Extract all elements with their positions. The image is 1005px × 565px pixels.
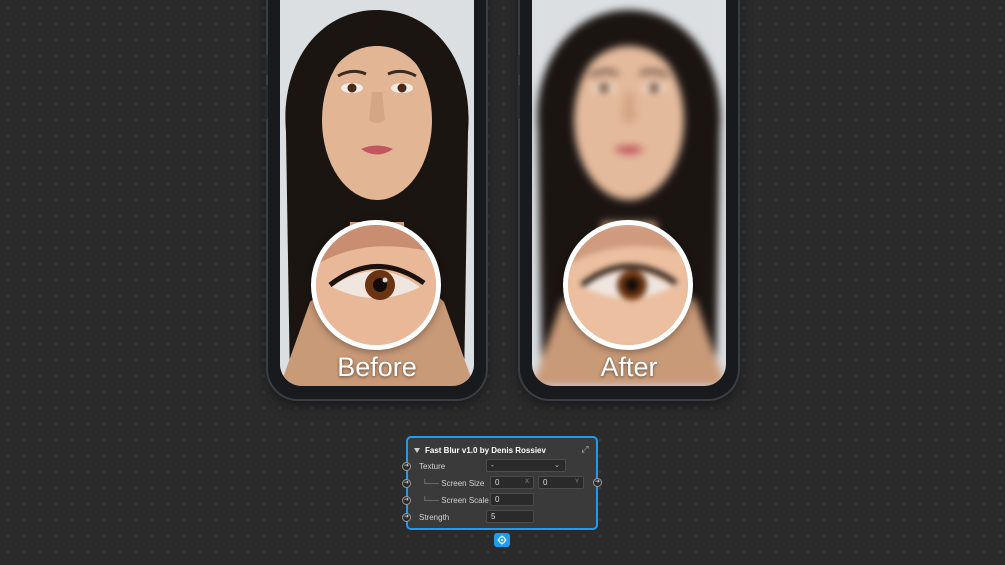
strength-row: ➜ Strength 5	[402, 510, 596, 524]
port-arrow-icon[interactable]: ➜	[402, 513, 411, 522]
node-header[interactable]: Fast Blur v1.0 by Denis Rossiev ⤢	[414, 444, 590, 456]
screen-size-text: Screen Size	[441, 479, 485, 488]
magnifier-before	[311, 220, 441, 350]
texture-dropdown[interactable]: - ⌄	[486, 459, 566, 472]
strength-input[interactable]: 5	[486, 510, 534, 523]
settings-button[interactable]	[494, 533, 510, 547]
phone-after: After	[517, 0, 738, 399]
texture-row: ➜ Texture - ⌄	[402, 459, 596, 473]
y-suffix: Y	[574, 479, 579, 485]
screen-scale-text: Screen Scale	[441, 496, 489, 505]
port-arrow-icon[interactable]: ➜	[402, 496, 411, 505]
phone-side-button	[517, 85, 520, 119]
screen-size-y-input[interactable]: 0 Y	[538, 476, 584, 489]
screen-scale-value: 0	[495, 495, 500, 504]
collapse-triangle-icon[interactable]	[414, 447, 420, 453]
settings-icon	[497, 535, 507, 545]
screen-before: Before	[280, 0, 474, 386]
after-label: After	[600, 352, 658, 382]
screen-scale-row: ➜ └── Screen Scale 0	[402, 493, 596, 507]
before-label: Before	[337, 352, 417, 382]
texture-value: -	[491, 461, 494, 470]
tree-connector: └──	[422, 496, 440, 505]
expand-icon[interactable]: ⤢	[580, 444, 590, 454]
phone-side-button	[265, 55, 268, 75]
chevron-down-icon: ⌄	[554, 462, 560, 469]
screen-size-label: └── Screen Size	[422, 479, 484, 488]
screen-scale-input[interactable]: 0	[490, 493, 534, 506]
phone-side-button	[517, 55, 520, 75]
screen-size-x-value: 0	[495, 478, 500, 487]
magnifier-after	[563, 220, 693, 350]
screen-after: After	[532, 0, 726, 386]
phone-side-button	[265, 85, 268, 119]
node-title: Fast Blur v1.0 by Denis Rossiev	[425, 445, 546, 455]
strength-value: 5	[491, 512, 496, 521]
fast-blur-node[interactable]: Fast Blur v1.0 by Denis Rossiev ⤢ ➜ Text…	[402, 436, 602, 530]
port-arrow-icon[interactable]: ➜	[402, 462, 411, 471]
screen-size-y-value: 0	[543, 478, 548, 487]
phone-before: Before	[265, 0, 486, 399]
texture-label: Texture	[419, 462, 446, 471]
x-suffix: X	[524, 479, 529, 485]
port-arrow-icon[interactable]: ➜	[402, 479, 411, 488]
strength-label: Strength	[419, 513, 450, 522]
port-arrow-icon[interactable]: ➜	[593, 478, 602, 487]
screen-size-row: ➜ └── Screen Size 0 X 0 Y ➜	[402, 476, 602, 490]
screen-size-x-input[interactable]: 0 X	[490, 476, 534, 489]
screen-scale-label: └── Screen Scale	[422, 496, 489, 505]
tree-connector: └──	[422, 479, 440, 488]
